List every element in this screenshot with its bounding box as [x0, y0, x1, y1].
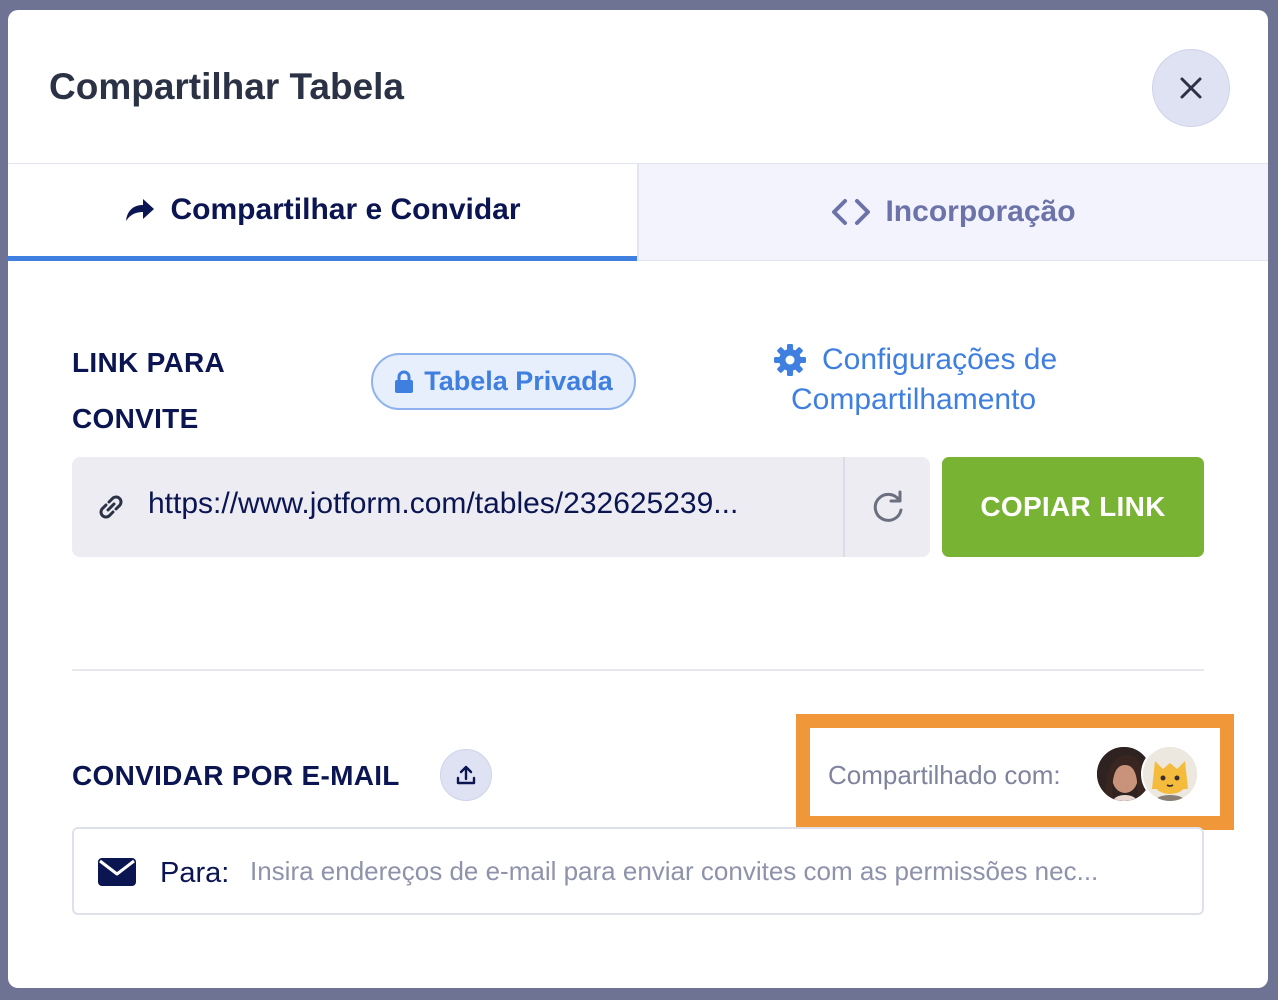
to-label: Para: [160, 857, 230, 889]
section-divider [72, 669, 1204, 671]
tab-label: Incorporação [885, 195, 1076, 228]
email-to-field: Para: [72, 827, 1204, 915]
copy-link-button[interactable]: COPIAR LINK [942, 457, 1204, 557]
gear-icon [773, 343, 807, 377]
tab-bar: Compartilhar e Convidar Incorporação [8, 163, 1268, 261]
avatar[interactable] [1141, 745, 1199, 803]
tab-embed[interactable]: Incorporação [637, 164, 1268, 261]
email-recipients-input[interactable] [250, 847, 1180, 895]
code-brackets-icon [831, 198, 871, 226]
lock-icon [394, 370, 414, 394]
tab-share-and-invite[interactable]: Compartilhar e Convidar [8, 164, 637, 261]
modal-header: Compartilhar Tabela [8, 10, 1268, 164]
share-arrow-icon [124, 197, 156, 223]
shared-with-label: Compartilhado com: [828, 760, 1061, 790]
share-table-modal: Compartilhar Tabela Compartilhar e Convi… [8, 10, 1268, 988]
sharing-settings-link[interactable]: Configurações de Compartilhamento [773, 340, 1103, 420]
modal-title: Compartilhar Tabela [49, 66, 405, 107]
close-icon [1178, 75, 1204, 101]
invite-link-url[interactable]: https://www.jotform.com/tables/232625239… [148, 487, 828, 521]
refresh-link-button[interactable] [843, 457, 930, 557]
invite-link-heading: LINK PARA CONVITE [72, 347, 225, 434]
settings-link-line2: Compartilhamento [791, 383, 1037, 416]
upload-icon [454, 763, 478, 787]
close-button[interactable] [1152, 49, 1230, 127]
tab-label: Compartilhar e Convidar [170, 193, 521, 226]
settings-link-line1: Configurações de [822, 343, 1058, 376]
link-icon [94, 490, 128, 524]
invite-link-field[interactable]: https://www.jotform.com/tables/232625239… [72, 457, 930, 557]
upload-contacts-button[interactable] [440, 749, 492, 801]
envelope-icon [97, 856, 137, 888]
refresh-icon [869, 488, 907, 526]
invite-by-email-heading: CONVIDAR POR E-MAIL [72, 760, 400, 791]
shared-with-section: Compartilhado com: [796, 714, 1234, 830]
private-badge-label: Tabela Privada [424, 366, 613, 396]
private-table-badge[interactable]: Tabela Privada [371, 353, 636, 410]
